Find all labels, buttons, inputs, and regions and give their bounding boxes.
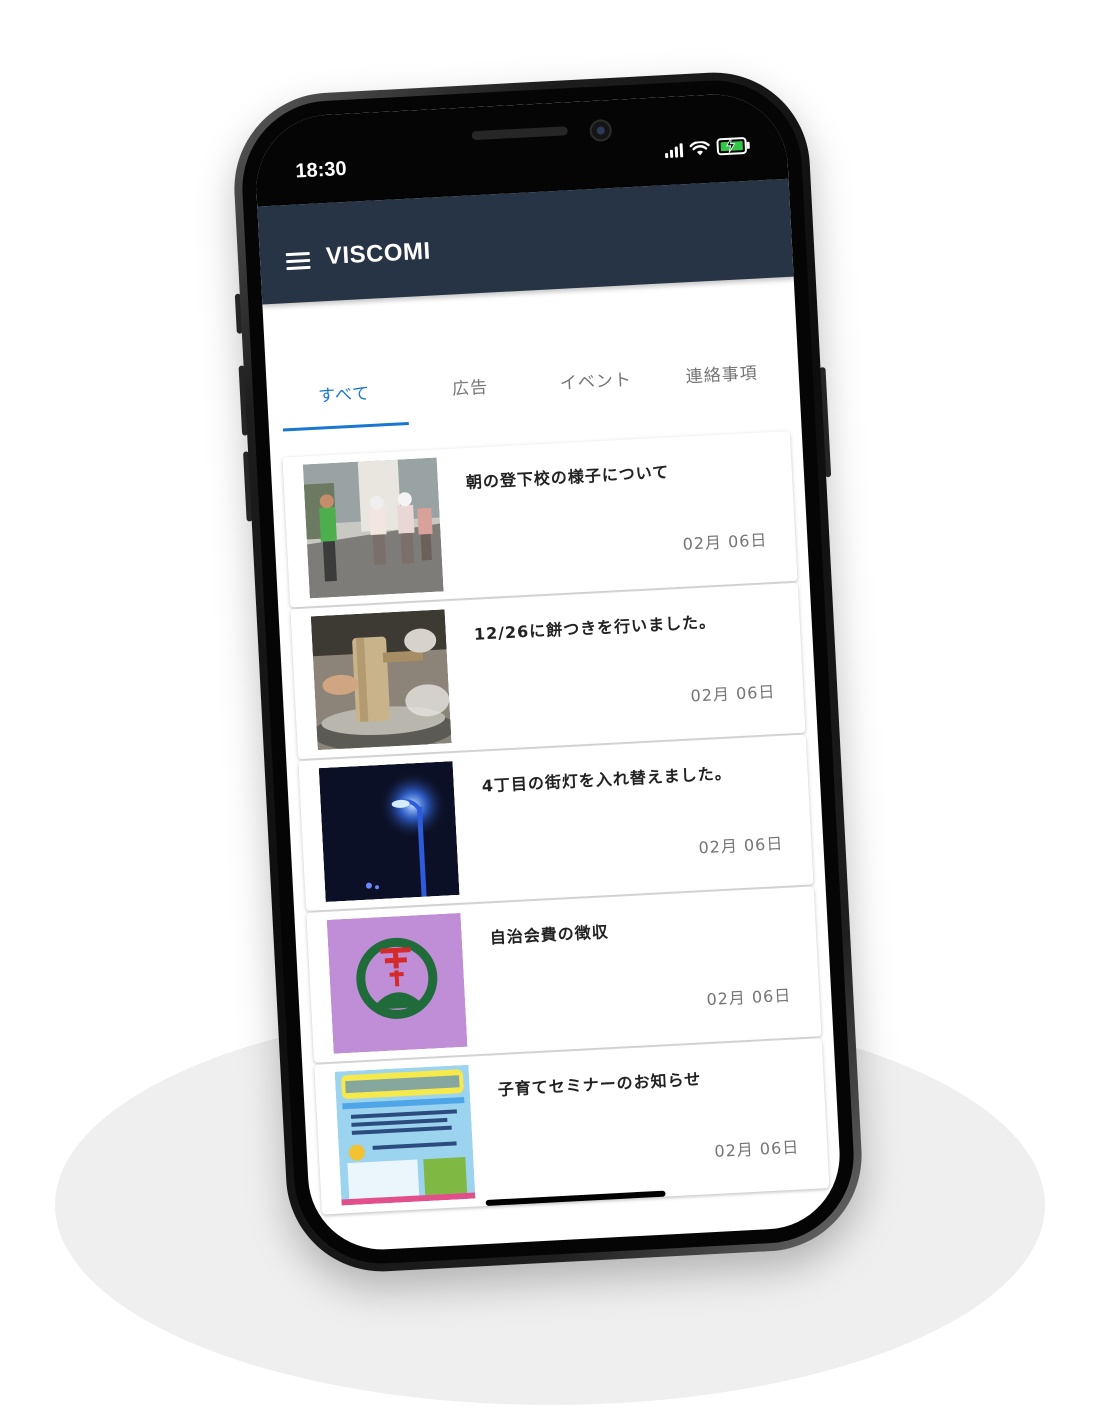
cellular-signal-icon [664,142,684,159]
post-thumbnail-school-commute [302,457,444,599]
battery-charging-icon [716,136,750,156]
phone-screen: 18:30 VISCOMI すべて 広告 イベント 連絡事項 朝の登下校の様子に… [252,90,844,1254]
post-title: 朝の登下校の様子について [465,462,670,493]
speaker-grille [471,126,568,141]
post-card[interactable]: 12/26に餅つきを行いました。 02月 06日 [290,582,806,760]
hamburger-menu-icon[interactable] [285,251,311,271]
post-title: 自治会費の徴収 [489,922,610,948]
post-title: 子育てセミナーのお知らせ [497,1069,702,1100]
post-feed: 朝の登下校の様子について 02月 06日 12/26に餅つきを行いました。 02… [282,431,830,1217]
post-card[interactable]: 自治会費の徴収 02月 06日 [306,886,822,1063]
post-date: 02月 06日 [690,682,776,706]
post-card[interactable]: 朝の登下校の様子について 02月 06日 [282,431,798,608]
tab-ads[interactable]: 広告 [405,348,534,424]
tab-notices[interactable]: 連絡事項 [657,335,786,411]
post-thumbnail-association-emblem [326,912,468,1054]
post-date: 02月 06日 [682,530,768,554]
post-thumbnail-streetlight [318,761,460,902]
post-card[interactable]: 子育てセミナーのお知らせ 02月 06日 [314,1038,830,1215]
post-date: 02月 06日 [698,833,784,858]
status-time: 18:30 [294,157,348,183]
post-title: 4丁目の街灯を入れ替えました。 [481,763,733,796]
post-thumbnail-mochitsuki [310,609,452,751]
phone-mockup: 18:30 VISCOMI すべて 広告 イベント 連絡事項 朝の登下校の様子に… [229,67,867,1277]
front-camera-icon [589,118,613,143]
status-icons [664,136,750,159]
post-thumbnail-seminar-flyer [334,1064,476,1206]
post-date: 02月 06日 [714,1137,800,1161]
post-date: 02月 06日 [706,985,792,1010]
post-card[interactable]: 4丁目の街灯を入れ替えました。 02月 06日 [298,734,814,911]
phone-frame: 18:30 VISCOMI すべて 広告 イベント 連絡事項 朝の登下校の様子に… [229,67,867,1277]
tab-events[interactable]: イベント [531,342,660,418]
tab-all[interactable]: すべて [279,355,408,431]
stage: 18:30 VISCOMI すべて 広告 イベント 連絡事項 朝の登下校の様子に… [0,0,1100,1420]
app-title: VISCOMI [325,237,432,271]
category-tabs: すべて 広告 イベント 連絡事項 [279,335,786,431]
post-title: 12/26に餅つきを行いました。 [473,612,717,644]
wifi-icon [689,140,710,156]
